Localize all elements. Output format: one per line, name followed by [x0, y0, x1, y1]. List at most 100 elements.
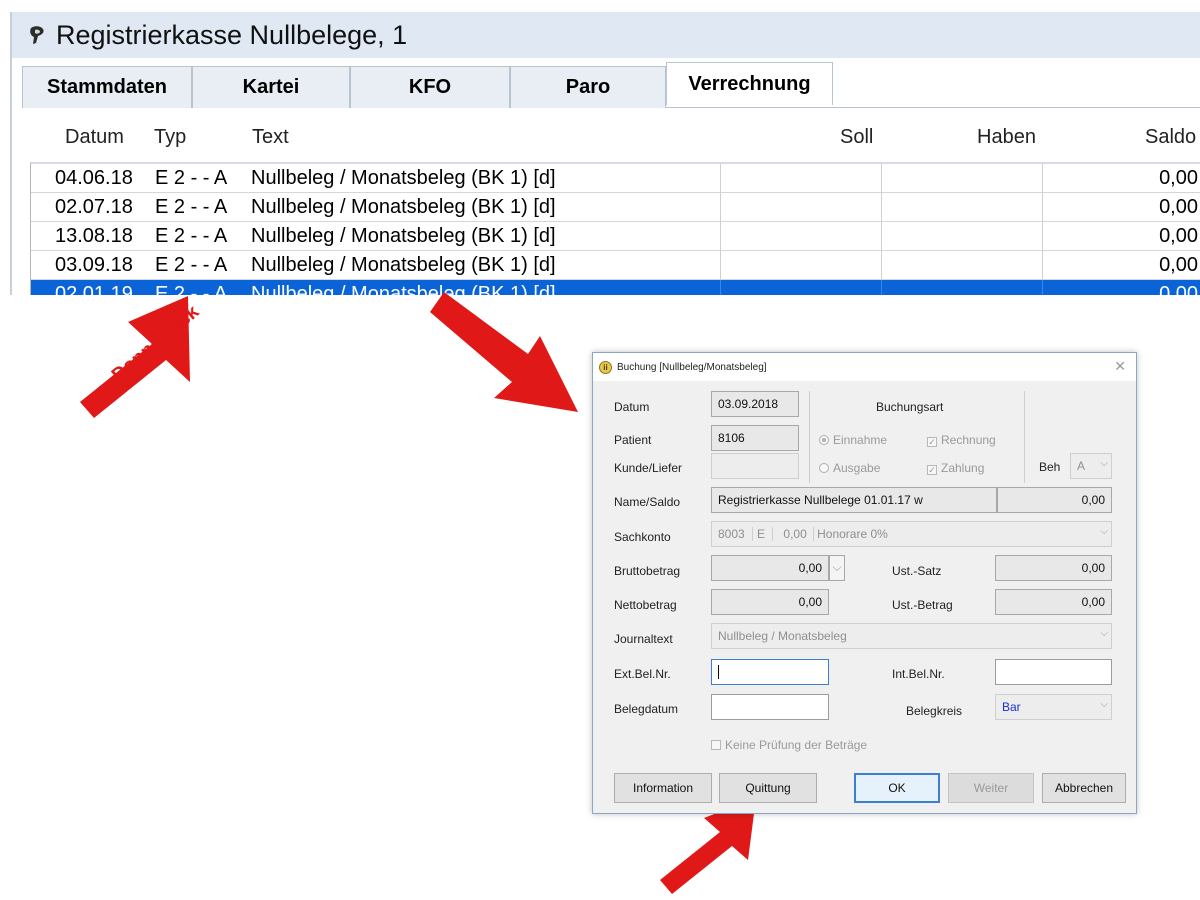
table-row[interactable]: 02.07.18 E 2 - - A Nullbeleg / Monatsbel…	[31, 193, 1200, 222]
dialog-title: Buchung [Nullbeleg/Monatsbeleg]	[617, 361, 767, 373]
tab-label: Kartei	[242, 76, 300, 98]
abbrechen-button[interactable]: Abbrechen	[1042, 773, 1126, 803]
chevron-down-icon: ⌵	[1100, 526, 1108, 537]
tab-stammdaten[interactable]: Stammdaten	[22, 66, 192, 108]
radio-einnahme: Einnahme	[819, 433, 887, 447]
label-name-saldo: Name/Saldo	[614, 495, 681, 509]
checkbox-keine-pruefung-label: Keine Prüfung der Beträge	[725, 738, 868, 752]
tab-label: Verrechnung	[688, 72, 811, 95]
belegkreis-value: Bar	[1002, 700, 1021, 714]
radio-einnahme-label: Einnahme	[833, 433, 888, 447]
belegkreis-select[interactable]: Bar ⌵	[995, 694, 1112, 720]
main-window: Registrierkasse Nullbelege, 1 Stammdaten…	[10, 12, 1200, 295]
table-row[interactable]: 13.08.18 E 2 - - A Nullbeleg / Monatsbel…	[31, 222, 1200, 251]
beh-select[interactable]: A ⌵	[1070, 453, 1112, 479]
weiter-button: Weiter	[948, 773, 1034, 803]
bruttobetrag-field[interactable]: 0,00	[711, 555, 829, 581]
tab-label: KFO	[408, 76, 452, 98]
cell-text: Nullbeleg / Monatsbeleg (BK 1) [d]	[251, 167, 556, 189]
cell-saldo: 0,00	[1159, 225, 1198, 247]
cell-text: Nullbeleg / Monatsbeleg (BK 1) [d]	[251, 225, 556, 247]
ok-button[interactable]: OK	[854, 773, 940, 803]
column-header-saldo[interactable]: Saldo	[1145, 126, 1196, 149]
cell-haben	[882, 193, 1043, 222]
radio-icon	[819, 435, 829, 445]
cell-typ: E 2 - - A	[155, 196, 228, 218]
ust-betrag-field[interactable]: 0,00	[995, 589, 1112, 615]
cell-haben	[882, 251, 1043, 280]
saldo-field: 0,00	[997, 487, 1112, 513]
tab-kfo[interactable]: KFO	[350, 66, 510, 108]
checkbox-rechnung: ✓ Rechnung	[927, 433, 996, 447]
cell-typ: E 2 - - A	[155, 254, 228, 276]
cell-text: Nullbeleg / Monatsbeleg (BK 1) [d]	[251, 196, 556, 218]
patient-field[interactable]: 8106	[711, 425, 799, 451]
booking-dialog: ii Buchung [Nullbeleg/Monatsbeleg] ✕ Dat…	[592, 352, 1137, 814]
tab-bar: Stammdaten Kartei KFO Paro Verrechnung	[22, 62, 1200, 108]
beh-value: A	[1077, 459, 1086, 473]
cell-saldo: 0,00	[1159, 254, 1198, 276]
tab-verrechnung[interactable]: Verrechnung	[666, 62, 833, 105]
cell-soll	[720, 280, 882, 295]
tab-label: Paro	[565, 76, 611, 98]
title-bar: Registrierkasse Nullbelege, 1	[12, 12, 1200, 58]
bruttobetrag-dropdown[interactable]: ⌵	[829, 555, 845, 581]
table-row[interactable]: 04.06.18 E 2 - - A Nullbeleg / Monatsbel…	[31, 164, 1200, 193]
radio-icon	[819, 463, 829, 473]
column-header-soll[interactable]: Soll	[840, 126, 873, 149]
label-ext-bel-nr: Ext.Bel.Nr.	[614, 667, 671, 681]
tab-paro[interactable]: Paro	[510, 66, 666, 108]
ust-satz-field[interactable]: 0,00	[995, 555, 1112, 581]
cell-datum: 13.08.18	[55, 225, 133, 247]
chevron-down-icon: ⌵	[1100, 628, 1108, 639]
red-arrow-icon-to-dialog	[430, 292, 578, 412]
belegdatum-input[interactable]	[711, 694, 829, 720]
journaltext-select[interactable]: Nullbeleg / Monatsbeleg ⌵	[711, 623, 1112, 649]
kunde-liefer-field	[711, 453, 799, 479]
tab-label: Stammdaten	[46, 76, 168, 98]
cell-datum: 04.06.18	[55, 167, 133, 189]
nettobetrag-field[interactable]: 0,00	[711, 589, 829, 615]
cell-haben	[882, 222, 1043, 251]
cell-soll	[720, 193, 882, 222]
chevron-down-icon: ⌵	[832, 560, 842, 574]
checkbox-zahlung: ✓ Zahlung	[927, 461, 984, 475]
cell-typ: E 2 - - A	[155, 167, 228, 189]
text-cursor	[718, 665, 719, 679]
name-field[interactable]: Registrierkasse Nullbelege 01.01.17 w	[711, 487, 997, 513]
checkbox-zahlung-label: Zahlung	[941, 461, 985, 475]
radio-ausgabe-label: Ausgabe	[833, 461, 881, 475]
table-row[interactable]: 03.09.18 E 2 - - A Nullbeleg / Monatsbel…	[31, 251, 1200, 280]
cell-soll	[720, 222, 882, 251]
checkbox-icon: ✓	[927, 465, 937, 475]
int-bel-nr-input[interactable]	[995, 659, 1112, 685]
dialog-title-bar: ii Buchung [Nullbeleg/Monatsbeleg] ✕	[593, 353, 1136, 381]
radio-ausgabe: Ausgabe	[819, 461, 880, 475]
sachkonto-select[interactable]: 8003 E 0,00 Honorare 0% ⌵	[711, 521, 1112, 547]
label-buchungsart: Buchungsart	[876, 400, 944, 414]
checkbox-keine-pruefung: Keine Prüfung der Beträge	[711, 738, 867, 752]
label-kunde-liefer: Kunde/Liefer	[614, 461, 683, 475]
column-header-typ[interactable]: Typ	[154, 126, 186, 149]
cell-haben	[882, 280, 1043, 295]
label-belegdatum: Belegdatum	[614, 702, 679, 716]
sachkonto-name: Honorare 0%	[813, 527, 888, 541]
information-button[interactable]: Information	[614, 773, 712, 803]
sachkonto-nr: 8003	[718, 527, 745, 541]
checkbox-icon	[711, 740, 721, 750]
label-journaltext: Journaltext	[614, 632, 673, 646]
quittung-button[interactable]: Quittung	[719, 773, 817, 803]
tab-kartei[interactable]: Kartei	[192, 66, 350, 108]
grid-header: Datum Typ Text Soll Haben Saldo	[12, 126, 1200, 156]
dialog-app-icon: ii	[599, 360, 612, 374]
column-header-text[interactable]: Text	[252, 126, 289, 149]
datum-field[interactable]: 03.09.2018	[711, 391, 799, 417]
window-title: Registrierkasse Nullbelege, 1	[56, 19, 408, 50]
sachkonto-betrag: 0,00	[772, 527, 807, 541]
column-header-haben[interactable]: Haben	[977, 126, 1036, 149]
ext-bel-nr-input[interactable]	[711, 659, 829, 685]
column-header-datum[interactable]: Datum	[65, 126, 124, 149]
app-icon	[26, 24, 48, 46]
close-icon[interactable]: ✕	[1114, 358, 1126, 375]
cell-saldo: 0,00	[1159, 167, 1198, 189]
